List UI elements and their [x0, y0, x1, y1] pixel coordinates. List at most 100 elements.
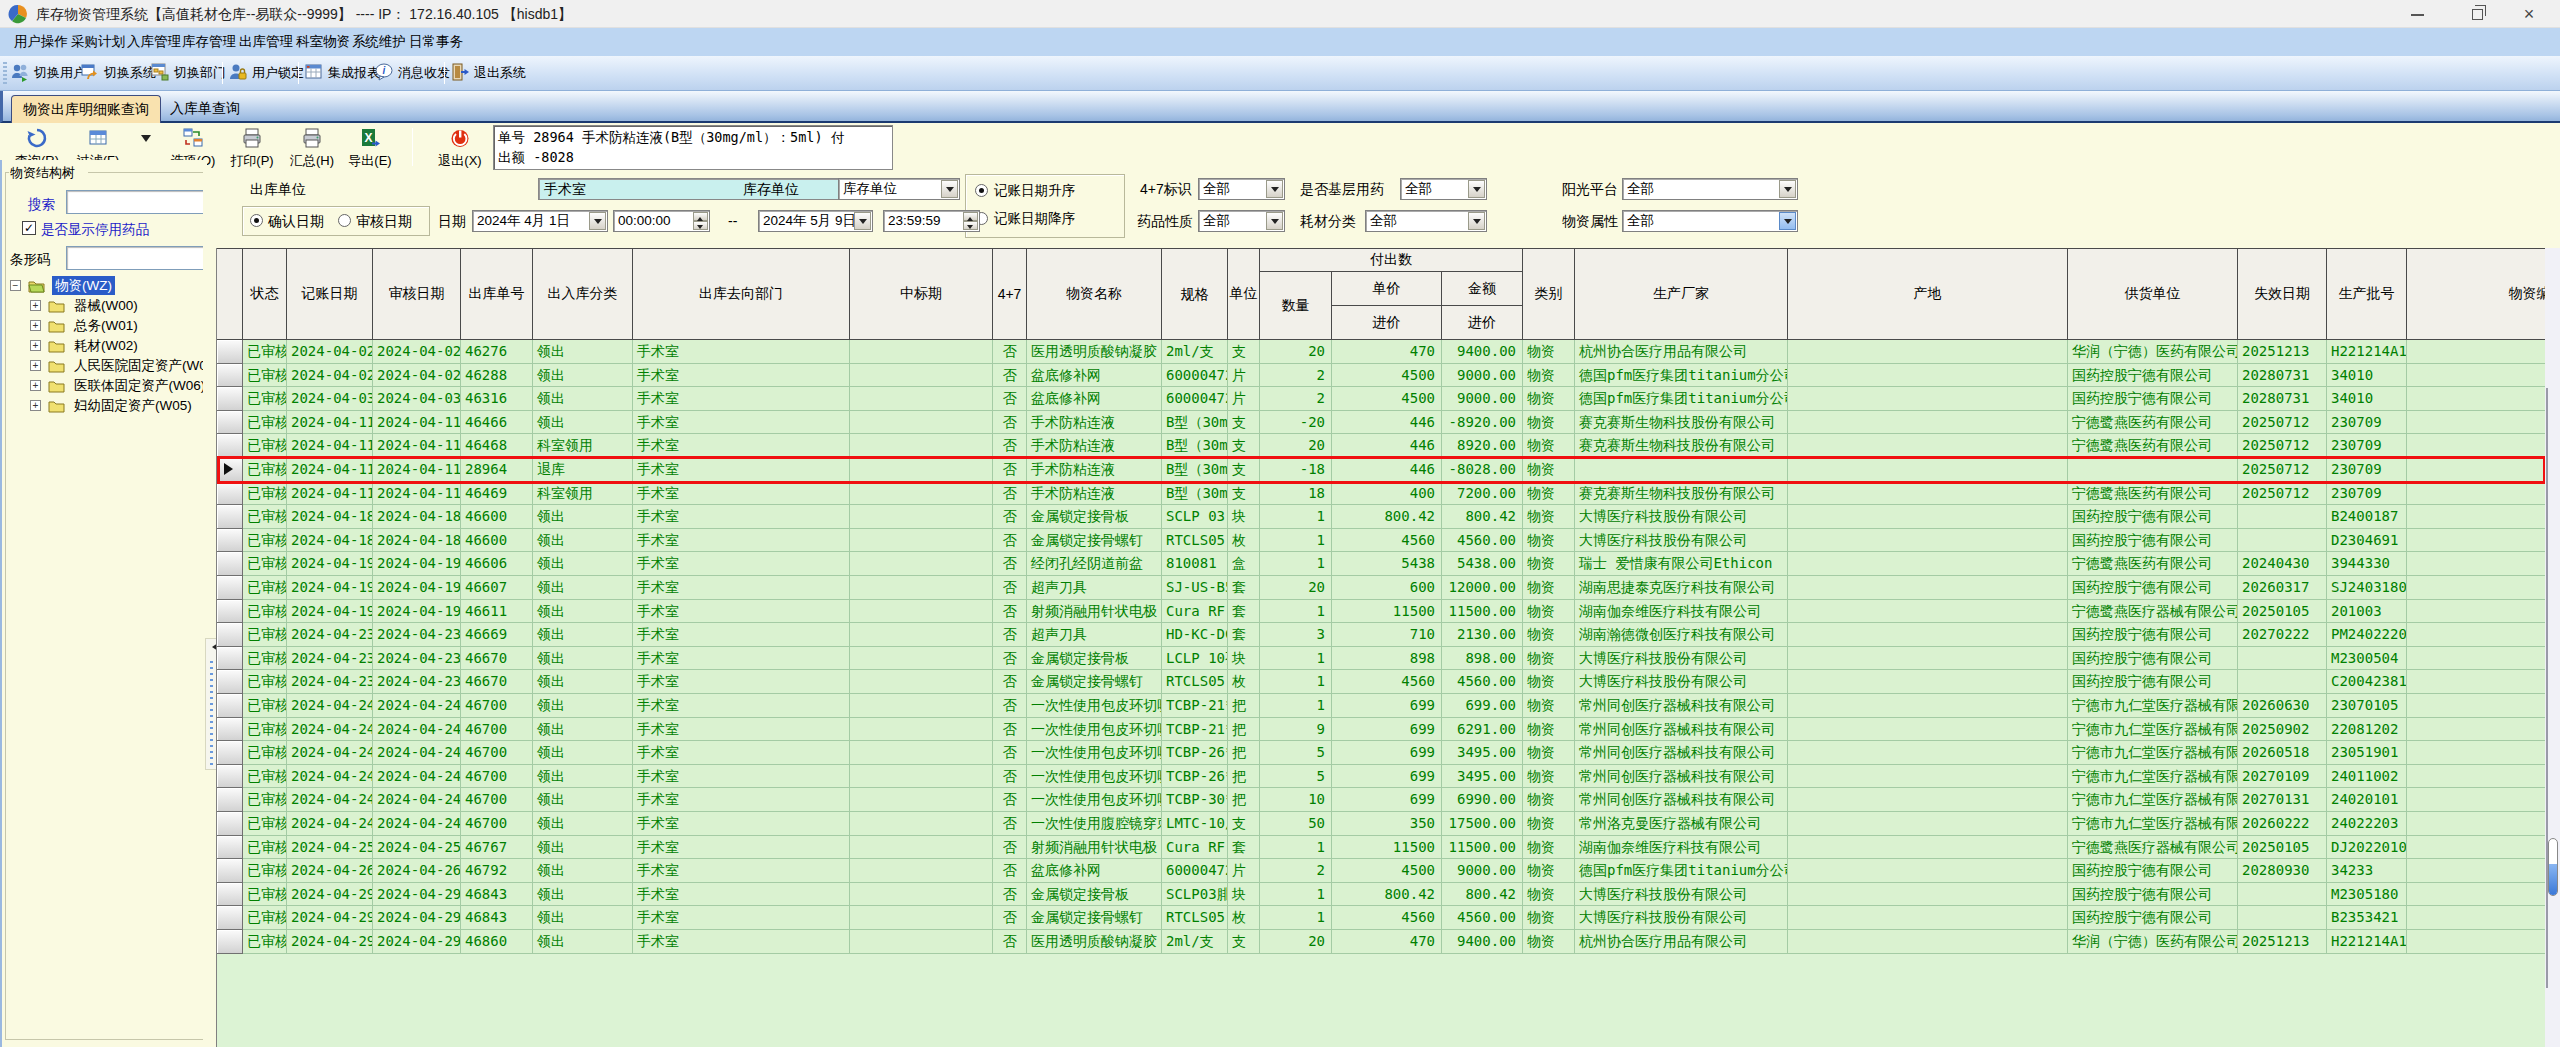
menu-item-5[interactable]: 科室物资: [292, 28, 354, 56]
cell-post-date[interactable]: 2024-04-29: [287, 906, 373, 930]
cell-category[interactable]: 物资: [1523, 906, 1575, 930]
cell-dest-dept[interactable]: 手术室: [633, 482, 850, 506]
cell-bid-period[interactable]: [850, 741, 993, 765]
cell-batch-no[interactable]: M2305180: [2327, 883, 2407, 907]
cell-spec[interactable]: SJ-US-B5: [1162, 576, 1228, 600]
cell-batch-no[interactable]: 201003: [2327, 600, 2407, 624]
cell-supplier[interactable]: 华润（宁德）医药有限公司: [2068, 930, 2238, 954]
cell-batch-no[interactable]: DJ20220100: [2327, 836, 2407, 860]
cell-category[interactable]: 物资: [1523, 765, 1575, 789]
column-header-selector[interactable]: [217, 248, 243, 340]
cell-price[interactable]: 699: [1332, 718, 1442, 742]
cell-bid-period[interactable]: [850, 623, 993, 647]
cell-amount[interactable]: 4560.00: [1442, 670, 1523, 694]
cell-spec[interactable]: B型（30mg/ml）：5ml: [1162, 411, 1228, 435]
cell-post-date[interactable]: 2024-04-25: [287, 836, 373, 860]
cell-supplier[interactable]: 宁德市九仁堂医疗器械有限公司: [2068, 812, 2238, 836]
column-header-batch-no[interactable]: 生产批号: [2327, 248, 2407, 340]
cell-post-date[interactable]: 2024-04-29: [287, 930, 373, 954]
cell-flag47[interactable]: 否: [993, 600, 1027, 624]
cell-status[interactable]: 已审核: [243, 647, 287, 671]
cell-audit-date[interactable]: 2024-04-18: [373, 505, 461, 529]
cell-order-no[interactable]: 46670: [461, 670, 533, 694]
cell-supplier[interactable]: 国药控股宁德有限公司: [2068, 505, 2238, 529]
cell-unit[interactable]: 把: [1228, 765, 1260, 789]
cell-origin[interactable]: [1788, 600, 2068, 624]
cell-selector[interactable]: [217, 387, 243, 411]
cell-qty[interactable]: 20: [1260, 434, 1332, 458]
cell-qty[interactable]: 1: [1260, 836, 1332, 860]
tree-item[interactable]: +妇幼固定资产(W05): [2, 396, 209, 416]
cell-order-no[interactable]: 46700: [461, 741, 533, 765]
cell-origin[interactable]: [1788, 694, 2068, 718]
cell-bid-period[interactable]: [850, 906, 993, 930]
cell-dest-dept[interactable]: 手术室: [633, 788, 850, 812]
cell-price[interactable]: 600: [1332, 576, 1442, 600]
cell-expiry-date[interactable]: [2238, 670, 2327, 694]
cell-batch-no[interactable]: 24011002: [2327, 765, 2407, 789]
cell-item-name[interactable]: 一次性使用包皮环切吻合器: [1027, 741, 1162, 765]
cell-category[interactable]: 物资: [1523, 741, 1575, 765]
cell-order-no[interactable]: 46669: [461, 623, 533, 647]
cell-post-date[interactable]: 2024-04-19: [287, 600, 373, 624]
cell-selector[interactable]: [217, 812, 243, 836]
cell-spec[interactable]: SCLP 03: [1162, 505, 1228, 529]
cell-dest-dept[interactable]: 手术室: [633, 600, 850, 624]
cell-price[interactable]: 11500: [1332, 600, 1442, 624]
cell-category[interactable]: 物资: [1523, 812, 1575, 836]
cell-post-date[interactable]: 2024-04-24: [287, 812, 373, 836]
cell-bid-period[interactable]: [850, 552, 993, 576]
cell-expiry-date[interactable]: 20251213: [2238, 340, 2327, 364]
cell-item-code[interactable]: [2407, 859, 2545, 883]
cell-order-no[interactable]: 46600: [461, 505, 533, 529]
cell-status[interactable]: 已审核: [243, 930, 287, 954]
cell-post-date[interactable]: 2024-04-19: [287, 576, 373, 600]
cell-batch-no[interactable]: SJ24031801: [2327, 576, 2407, 600]
cell-status[interactable]: 已审核: [243, 741, 287, 765]
cell-bid-period[interactable]: [850, 718, 993, 742]
cell-supplier[interactable]: 华润（宁德）医药有限公司: [2068, 340, 2238, 364]
cell-spec[interactable]: 2ml/支: [1162, 340, 1228, 364]
column-header-dest-dept[interactable]: 出库去向部门: [633, 248, 850, 340]
cell-price[interactable]: 400: [1332, 482, 1442, 506]
cell-price[interactable]: 699: [1332, 694, 1442, 718]
cell-manufacturer[interactable]: 湖南瀚德微创医疗科技有限公司: [1575, 623, 1788, 647]
cell-expiry-date[interactable]: 20270222: [2238, 623, 2327, 647]
cell-inout-type[interactable]: 领出: [533, 340, 633, 364]
cell-inout-type[interactable]: 领出: [533, 529, 633, 553]
cell-audit-date[interactable]: 2024-04-24: [373, 694, 461, 718]
cell-spec[interactable]: RTCLS05: [1162, 670, 1228, 694]
cell-expiry-date[interactable]: [2238, 883, 2327, 907]
cell-supplier[interactable]: 宁德市九仁堂医疗器械有限公司: [2068, 765, 2238, 789]
cell-amount[interactable]: 800.42: [1442, 883, 1523, 907]
date-from-combo[interactable]: 2024年 4月 1日: [472, 210, 608, 232]
cell-batch-no[interactable]: H221214A12: [2327, 340, 2407, 364]
expand-icon[interactable]: +: [30, 400, 41, 411]
cell-order-no[interactable]: 46276: [461, 340, 533, 364]
cell-qty[interactable]: 18: [1260, 482, 1332, 506]
cell-bid-period[interactable]: [850, 670, 993, 694]
cell-bid-period[interactable]: [850, 600, 993, 624]
cell-selector[interactable]: [217, 600, 243, 624]
cell-spec[interactable]: TCBP-30*: [1162, 788, 1228, 812]
cell-supplier[interactable]: 宁德市九仁堂医疗器械有限公司: [2068, 718, 2238, 742]
flag47-combo[interactable]: 全部: [1198, 178, 1285, 200]
cell-selector[interactable]: [217, 623, 243, 647]
tree-item[interactable]: +人民医院固定资产(W04): [2, 356, 209, 376]
scrollbar-thumb[interactable]: [2548, 838, 2558, 896]
cell-origin[interactable]: [1788, 647, 2068, 671]
cell-supplier[interactable]: 宁德市九仁堂医疗器械有限公司: [2068, 741, 2238, 765]
cell-spec[interactable]: RTCLS05: [1162, 906, 1228, 930]
cell-bid-period[interactable]: [850, 482, 993, 506]
cell-category[interactable]: 物资: [1523, 600, 1575, 624]
cell-expiry-date[interactable]: 20270109: [2238, 765, 2327, 789]
cell-status[interactable]: 已审核: [243, 906, 287, 930]
cell-dest-dept[interactable]: 手术室: [633, 741, 850, 765]
cell-item-name[interactable]: 一次性使用包皮环切吻合器: [1027, 718, 1162, 742]
cell-flag47[interactable]: 否: [993, 529, 1027, 553]
cell-audit-date[interactable]: 2024-04-19: [373, 600, 461, 624]
cell-price[interactable]: 4560: [1332, 906, 1442, 930]
cell-inout-type[interactable]: 领出: [533, 836, 633, 860]
cell-origin[interactable]: [1788, 741, 2068, 765]
cell-batch-no[interactable]: 34010: [2327, 364, 2407, 388]
